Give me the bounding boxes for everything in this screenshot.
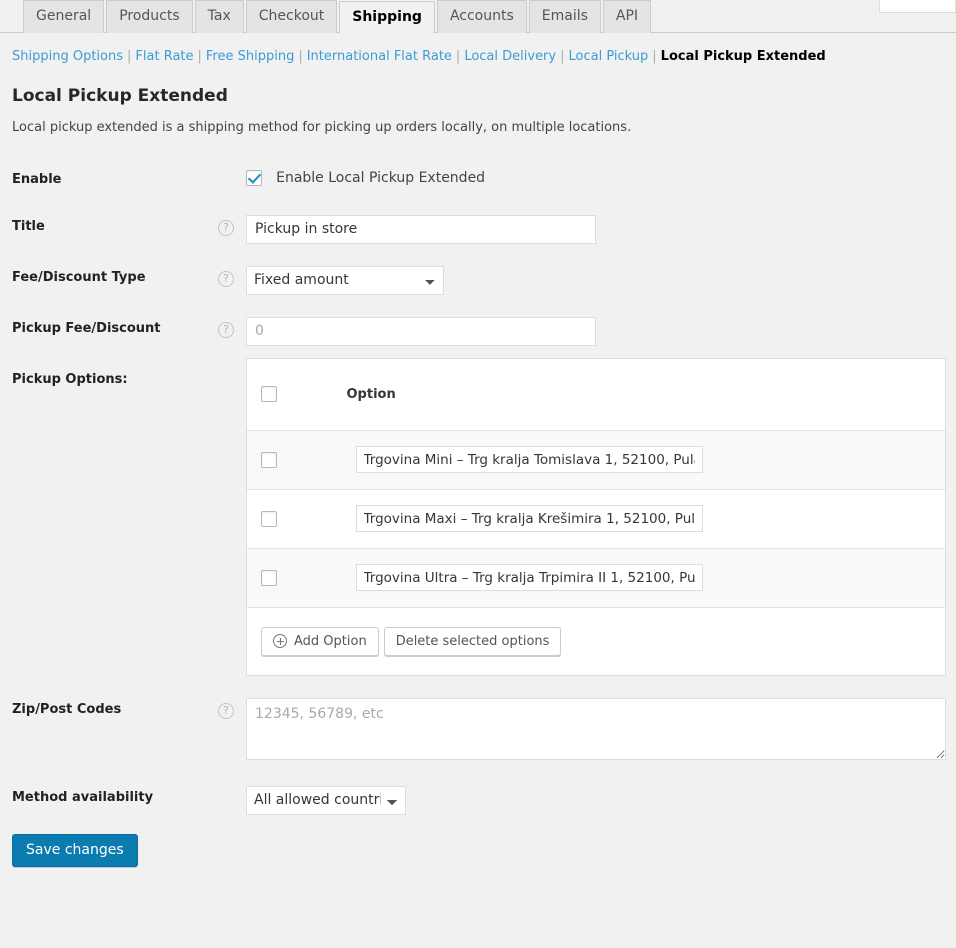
subnav-local-delivery[interactable]: Local Delivery xyxy=(464,49,556,64)
option-input[interactable] xyxy=(355,446,703,474)
tab-checkout[interactable]: Checkout xyxy=(245,0,338,33)
pickup-options-table: Option Trgovina Mini – Trg kralja Tomisl… xyxy=(246,357,946,676)
label-pickup-options: Pickup Options: xyxy=(12,371,128,387)
page-description: Local pickup extended is a shipping meth… xyxy=(12,120,632,135)
cell-pickup-options: Option Trgovina Mini – Trg kralja Tomisl… xyxy=(246,357,956,687)
help-icon[interactable]: ? xyxy=(218,270,234,287)
cell-pickup-fee: ? xyxy=(218,306,956,357)
help-icon[interactable]: ? xyxy=(218,702,234,719)
row-checkbox[interactable] xyxy=(261,452,277,469)
label-title: Title xyxy=(12,218,45,234)
select-all-header-cell xyxy=(246,358,342,431)
cell-enable: Enable Local Pickup Extended xyxy=(246,157,956,204)
row-fee-type: Fee/Discount Type ? Fixed amount xyxy=(0,255,956,306)
tab-accounts[interactable]: Accounts xyxy=(436,0,527,33)
submit-area: Save changes xyxy=(0,826,956,867)
method-availability-select[interactable]: All allowed countries xyxy=(246,785,406,815)
settings-form-table: Enable Enable Local Pickup Extended Titl… xyxy=(0,157,956,826)
cell-fee-type: ? Fixed amount xyxy=(218,255,956,306)
label-method-availability: Method availability xyxy=(12,789,154,805)
subnav-separator: | xyxy=(127,49,132,64)
help-icon[interactable]: ? xyxy=(218,219,234,236)
help-icon[interactable]: ? xyxy=(218,321,234,338)
zip-codes-textarea[interactable] xyxy=(246,697,946,760)
shipping-subnav: Shipping Options | Flat Rate | Free Shipping… xyxy=(0,33,956,66)
row-pickup-options: Pickup Options: Option Trgovina Mini – T… xyxy=(0,357,956,687)
row-checkbox[interactable] xyxy=(261,570,277,587)
tab-products[interactable]: Products xyxy=(106,0,193,33)
subnav-international-flat-rate[interactable]: International Flat Rate xyxy=(307,49,452,64)
row-pickup-fee: Pickup Fee/Discount ? xyxy=(0,306,956,357)
subnav-separator: | xyxy=(197,49,202,64)
option-input[interactable] xyxy=(355,564,703,592)
table-row xyxy=(246,489,946,549)
top-right-input-partial[interactable] xyxy=(879,0,956,13)
cell-zip-codes: ? xyxy=(218,687,956,775)
subnav-local-pickup-extended[interactable]: Local Pickup Extended xyxy=(661,49,826,64)
pickup-options-thead: Option xyxy=(246,358,946,431)
delete-selected-options-button[interactable]: Delete selected options xyxy=(383,626,562,656)
tab-api[interactable]: API xyxy=(602,0,652,33)
tab-shipping[interactable]: Shipping xyxy=(339,1,435,34)
subnav-local-pickup[interactable]: Local Pickup xyxy=(569,49,649,64)
subnav-separator: | xyxy=(455,49,461,64)
add-option-label: Add Option xyxy=(294,633,367,649)
subnav-shipping-options[interactable]: Shipping Options xyxy=(12,49,123,64)
row-option-cell xyxy=(341,430,946,490)
select-all-checkbox[interactable] xyxy=(261,385,277,402)
row-checkbox[interactable] xyxy=(261,511,277,528)
pickup-fee-input[interactable] xyxy=(246,316,596,346)
tab-emails[interactable]: Emails xyxy=(528,0,601,33)
save-changes-button[interactable]: Save changes xyxy=(12,833,138,867)
cell-title: ? xyxy=(218,204,956,255)
tab-general[interactable]: General xyxy=(23,0,105,33)
pickup-options-actions-cell: Add Option Delete selected options xyxy=(246,607,946,676)
label-zip-codes: Zip/Post Codes xyxy=(12,701,122,717)
row-option-cell xyxy=(341,548,946,608)
row-enable: Enable Enable Local Pickup Extended xyxy=(0,157,956,204)
subnav-flat-rate[interactable]: Flat Rate xyxy=(135,49,193,64)
subnav-separator: | xyxy=(560,49,565,64)
add-option-button[interactable]: Add Option xyxy=(261,626,379,656)
label-pickup-fee: Pickup Fee/Discount xyxy=(12,320,161,336)
label-enable: Enable xyxy=(12,172,62,187)
row-method-availability: Method availability All allowed countrie… xyxy=(0,775,956,826)
pickup-options-header-row: Option xyxy=(246,358,946,431)
table-row xyxy=(246,430,946,490)
pickup-options-tfoot: Add Option Delete selected options xyxy=(246,607,946,676)
option-column-header: Option xyxy=(341,358,946,431)
label-fee-type: Fee/Discount Type xyxy=(12,269,146,285)
subnav-separator: | xyxy=(298,49,303,64)
pickup-options-footer-row: Add Option Delete selected options xyxy=(246,607,946,676)
row-zip-codes: Zip/Post Codes ? xyxy=(0,687,956,775)
page-title: Local Pickup Extended xyxy=(12,86,228,106)
row-option-cell xyxy=(341,489,946,549)
subnav-free-shipping[interactable]: Free Shipping xyxy=(206,49,294,64)
fee-type-select[interactable]: Fixed amount xyxy=(246,265,444,295)
cell-method-availability: All allowed countries xyxy=(246,775,956,826)
pickup-options-tbody xyxy=(246,430,946,608)
enable-checkbox[interactable] xyxy=(246,170,262,186)
table-row xyxy=(246,548,946,608)
plus-circle-icon xyxy=(273,634,287,649)
row-select-cell xyxy=(246,430,342,490)
option-input[interactable] xyxy=(355,505,703,533)
tab-tax[interactable]: Tax xyxy=(194,0,244,33)
enable-checkbox-label[interactable]: Enable Local Pickup Extended xyxy=(267,170,485,186)
settings-tab-bar: General Products Tax Checkout Shipping Accoun… xyxy=(0,0,956,34)
row-select-cell xyxy=(246,548,342,608)
row-select-cell xyxy=(246,489,342,549)
subnav-separator: | xyxy=(652,49,657,64)
row-title: Title ? xyxy=(0,204,956,255)
title-input[interactable] xyxy=(246,214,596,244)
